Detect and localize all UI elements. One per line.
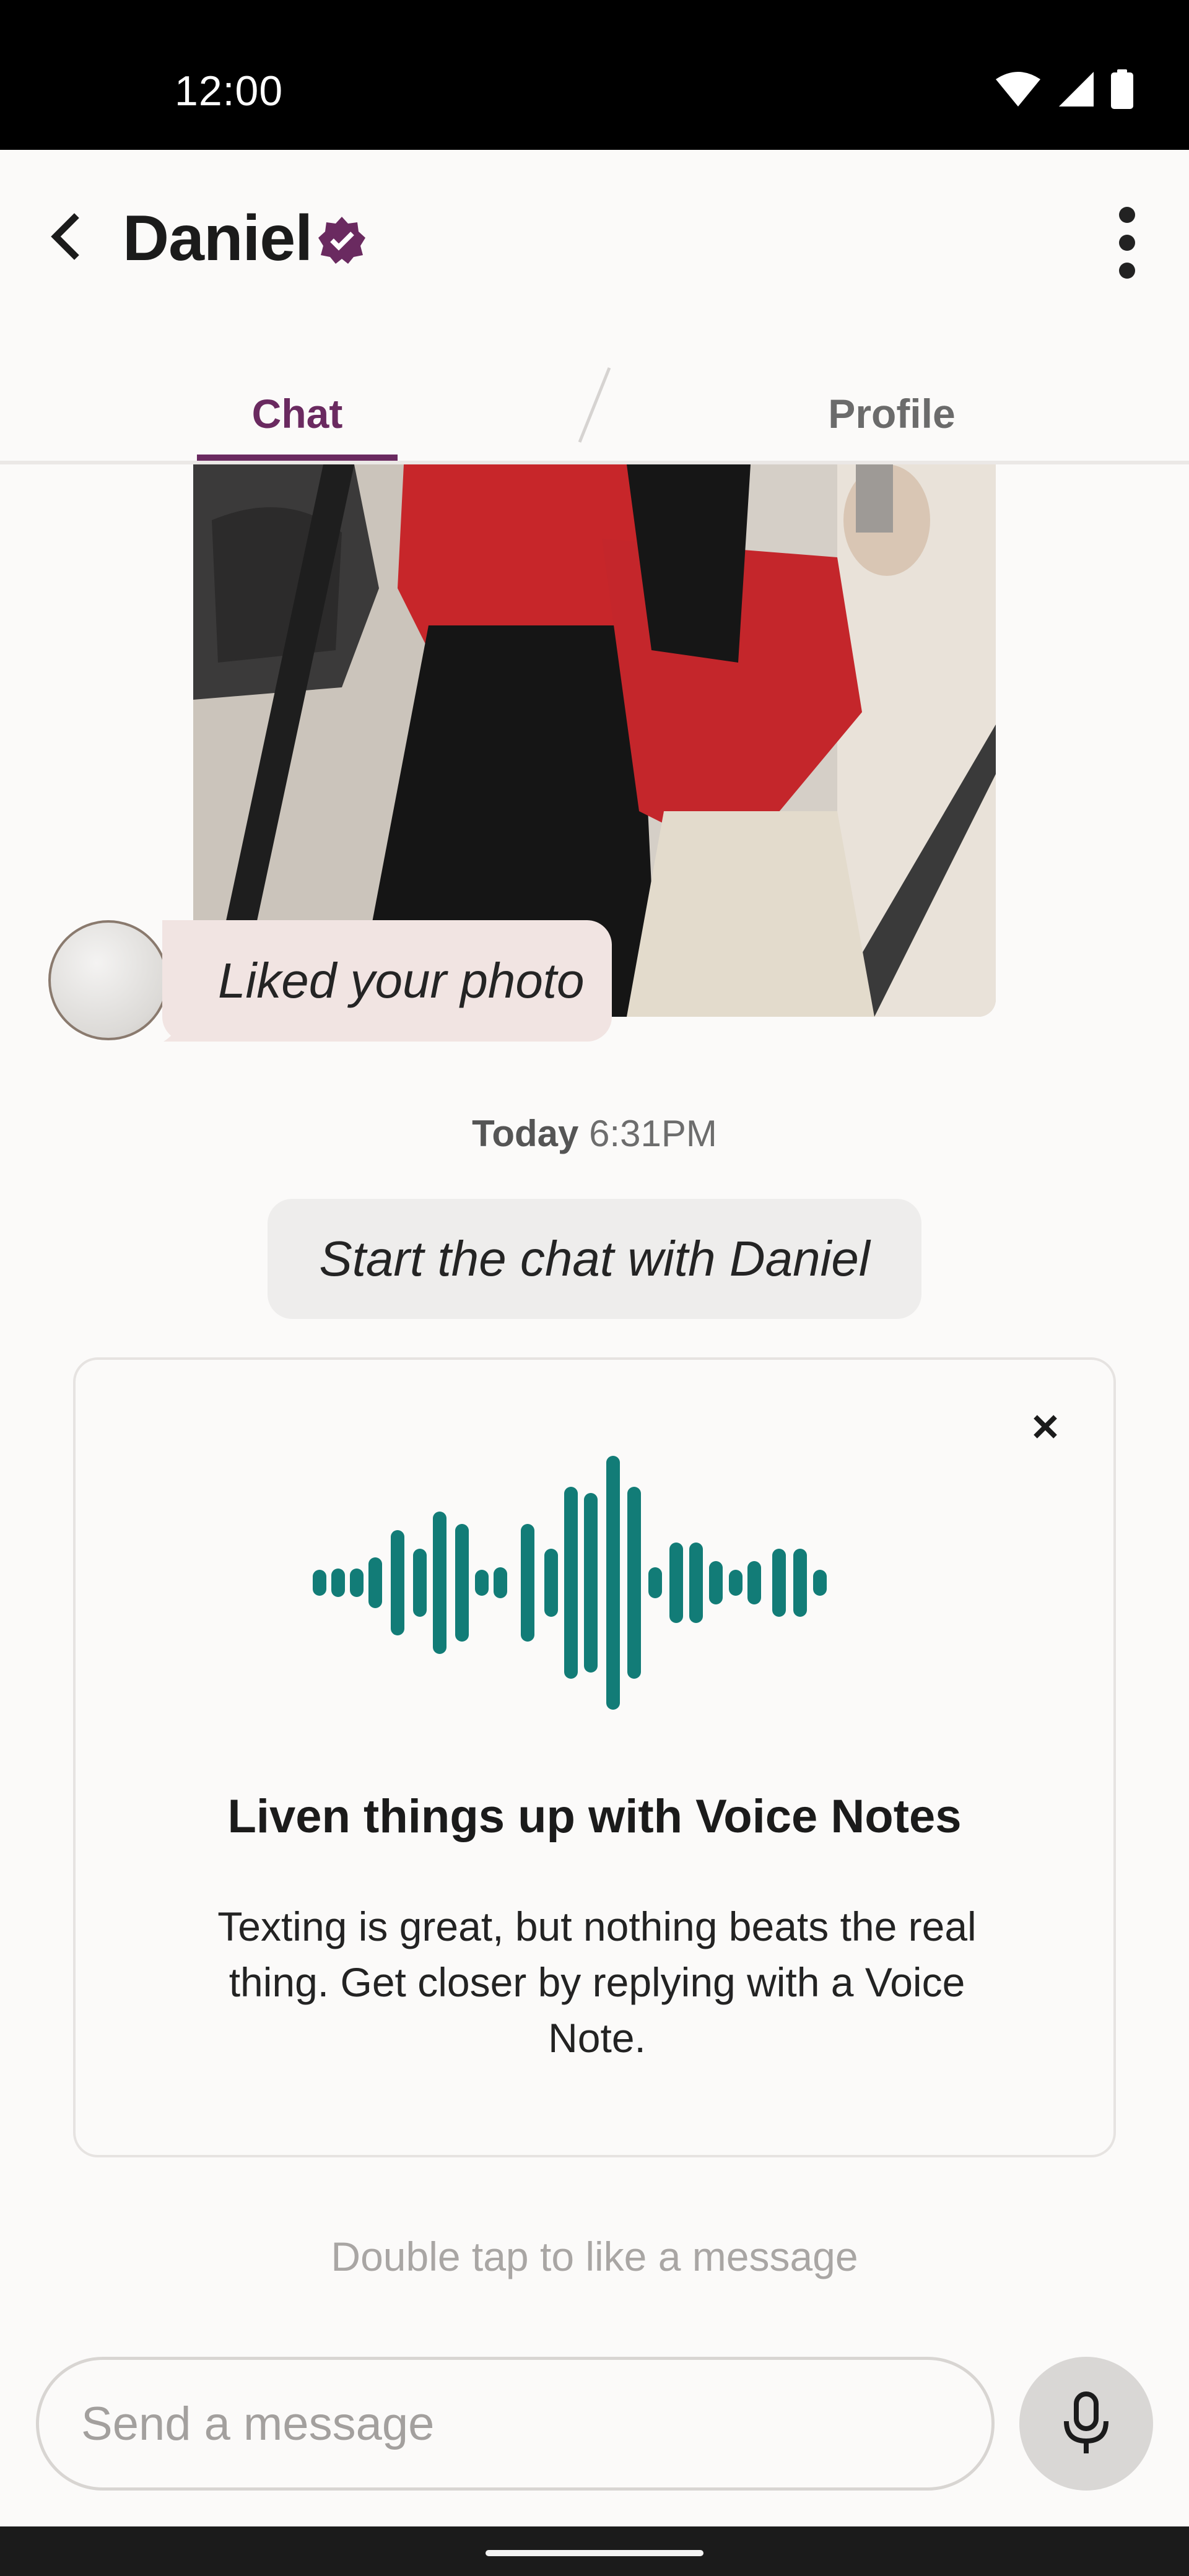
verified-badge-icon (318, 217, 365, 264)
timestamp-time: 6:31PM (589, 1113, 717, 1154)
wifi-icon (996, 72, 1040, 107)
tab-divider (578, 367, 611, 443)
status-time: 12:00 (175, 67, 284, 115)
microphone-icon (1064, 2391, 1108, 2453)
message-input[interactable] (36, 2357, 995, 2491)
signal-icon (1059, 72, 1094, 107)
voice-notes-title: Liven things up with Voice Notes (227, 1790, 962, 1843)
battery-icon (1111, 69, 1133, 109)
voice-notes-body: Texting is great, but nothing beats the … (217, 1904, 977, 2061)
waveform-icon (313, 1456, 827, 1710)
tab-bar: Chat Profile (0, 354, 1189, 461)
close-icon (1034, 1415, 1057, 1438)
chat-header: Daniel Chat Profile (0, 150, 1189, 464)
back-button[interactable] (35, 206, 97, 268)
tab-profile[interactable]: Profile (768, 354, 1016, 461)
message-timestamp: Today 6:31PM (0, 1112, 1189, 1155)
avatar[interactable] (48, 920, 168, 1040)
start-chat-prompt: Start the chat with Daniel (268, 1199, 921, 1319)
home-handle[interactable] (486, 2550, 703, 2556)
more-options-button[interactable] (1108, 199, 1146, 286)
liked-photo-message[interactable]: Liked your photo (162, 920, 612, 1042)
double-tap-hint: Double tap to like a message (331, 2234, 858, 2279)
close-card-button[interactable] (1027, 1408, 1064, 1445)
tab-chat[interactable]: Chat (197, 354, 398, 461)
contact-name[interactable]: Daniel (123, 202, 313, 276)
back-arrow-icon (51, 213, 79, 260)
voice-note-button[interactable] (1019, 2357, 1153, 2491)
system-nav-bar (0, 2526, 1189, 2576)
timestamp-day: Today (472, 1113, 579, 1154)
status-icons (995, 69, 1133, 109)
status-bar: 12:00 (0, 0, 1189, 150)
more-vert-icon (1119, 207, 1135, 223)
voice-notes-card: Liven things up with Voice Notes Texting… (73, 1357, 1116, 2157)
